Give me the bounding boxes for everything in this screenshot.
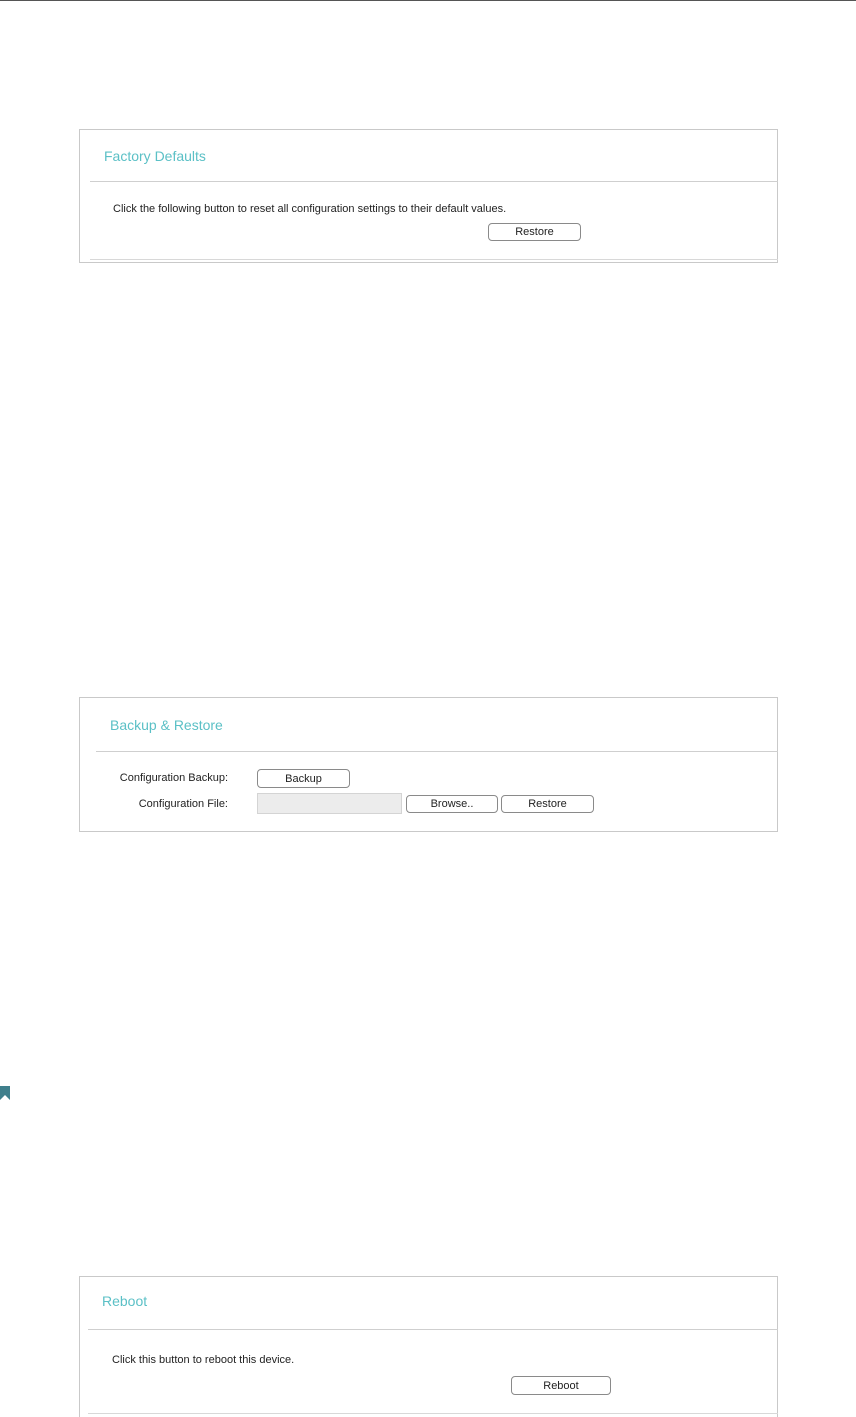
bookmark-icon <box>0 1086 10 1100</box>
backup-restore-title: Backup & Restore <box>110 717 223 733</box>
browse-button[interactable]: Browse.. <box>406 795 498 813</box>
reboot-button[interactable]: Reboot <box>511 1376 611 1395</box>
backup-button[interactable]: Backup <box>257 769 350 788</box>
reboot-title-divider <box>88 1329 778 1330</box>
configuration-backup-label: Configuration Backup: <box>119 772 228 784</box>
reboot-bottom-divider <box>88 1413 778 1414</box>
factory-defaults-bottom-divider <box>90 259 778 260</box>
page-top-rule <box>0 0 856 1</box>
backup-restore-title-divider <box>96 751 778 752</box>
factory-defaults-description: Click the following button to reset all … <box>113 203 507 215</box>
configuration-file-input[interactable] <box>257 793 402 814</box>
reboot-panel: Reboot Click this button to reboot this … <box>79 1276 778 1417</box>
configuration-file-label: Configuration File: <box>138 798 228 810</box>
config-restore-button[interactable]: Restore <box>501 795 594 813</box>
reboot-description: Click this button to reboot this device. <box>112 1354 295 1366</box>
factory-defaults-title-divider <box>90 181 778 182</box>
factory-restore-button[interactable]: Restore <box>488 223 581 241</box>
factory-defaults-panel: Factory Defaults Click the following but… <box>79 129 778 263</box>
factory-defaults-title: Factory Defaults <box>104 148 206 164</box>
backup-restore-panel: Backup & Restore Configuration Backup: B… <box>79 697 778 832</box>
reboot-title: Reboot <box>102 1293 148 1309</box>
